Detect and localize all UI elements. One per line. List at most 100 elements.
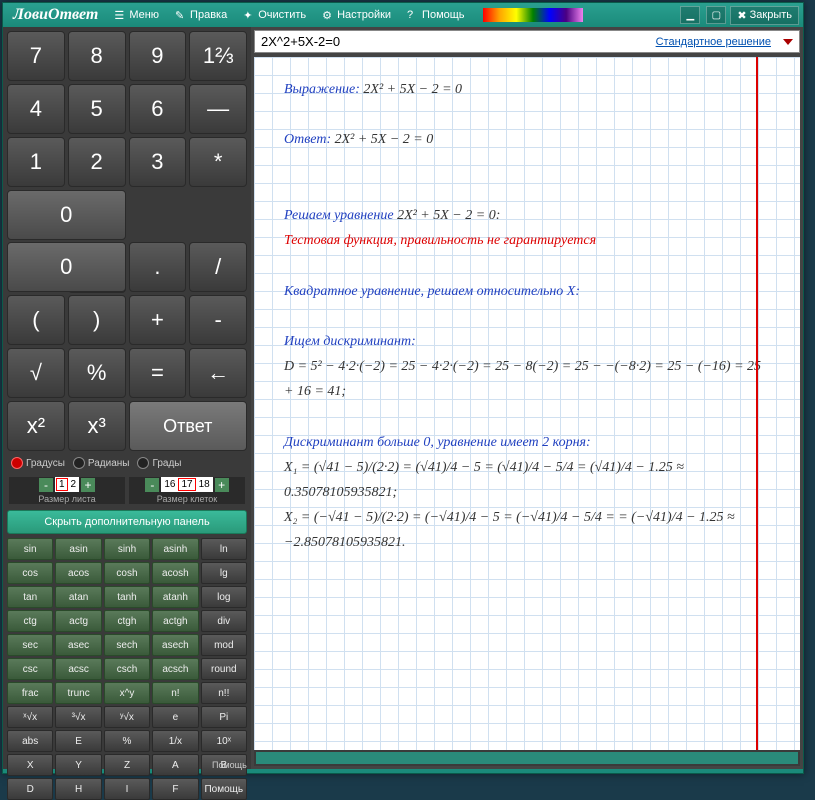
- func-atan[interactable]: atan: [55, 586, 101, 608]
- key-0[interactable]: 0: [7, 190, 126, 240]
- func-A[interactable]: A: [152, 754, 198, 776]
- func-n[interactable]: n!: [152, 682, 198, 704]
- sheet-val-2[interactable]: 2: [69, 479, 79, 490]
- func-log[interactable]: log: [201, 586, 247, 608]
- func-asin[interactable]: asin: [55, 538, 101, 560]
- func-asinh[interactable]: asinh: [152, 538, 198, 560]
- func-e[interactable]: e: [152, 706, 198, 728]
- key-0b[interactable]: 0: [7, 242, 126, 292]
- key-sqrt[interactable]: √: [7, 348, 65, 398]
- func-X[interactable]: X: [7, 754, 53, 776]
- func-csch[interactable]: csch: [104, 658, 150, 680]
- func-ctgh[interactable]: ctgh: [104, 610, 150, 632]
- func-10[interactable]: 10ˣ: [201, 730, 247, 752]
- func-csc[interactable]: csc: [7, 658, 53, 680]
- key-8[interactable]: 8: [68, 31, 126, 81]
- maximize-button[interactable]: ▢: [706, 6, 726, 24]
- func-asec[interactable]: asec: [55, 634, 101, 656]
- func-n[interactable]: n!!: [201, 682, 247, 704]
- help-button[interactable]: ? Помощь: [401, 7, 471, 23]
- key-multiply[interactable]: *: [189, 137, 247, 187]
- key-dot[interactable]: .: [129, 242, 187, 292]
- func-acosh[interactable]: acosh: [152, 562, 198, 584]
- cell-size-minus[interactable]: -: [145, 478, 159, 492]
- func-tanh[interactable]: tanh: [104, 586, 150, 608]
- clear-button[interactable]: ✦ Очистить: [237, 7, 312, 23]
- func-1x[interactable]: 1/x: [152, 730, 198, 752]
- cell-val-16[interactable]: 16: [162, 479, 177, 490]
- key-7[interactable]: 7: [7, 31, 65, 81]
- key-answer[interactable]: Ответ: [129, 401, 248, 451]
- func-asech[interactable]: asech: [152, 634, 198, 656]
- func-tan[interactable]: tan: [7, 586, 53, 608]
- edit-button[interactable]: ✎ Правка: [169, 7, 233, 23]
- func-acsc[interactable]: acsc: [55, 658, 101, 680]
- cell-val-18[interactable]: 18: [197, 479, 212, 490]
- func-x[interactable]: ˣ√x: [7, 706, 53, 728]
- func-round[interactable]: round: [201, 658, 247, 680]
- toggle-extra-panel[interactable]: Скрыть дополнительную панель: [7, 510, 247, 534]
- horizontal-scrollbar[interactable]: [256, 752, 798, 764]
- deg-radio[interactable]: Градусы: [11, 457, 65, 469]
- func-div[interactable]: div: [201, 610, 247, 632]
- key-longminus[interactable]: —: [189, 84, 247, 134]
- key-minus[interactable]: -: [189, 295, 247, 345]
- key-backspace[interactable]: ←: [189, 348, 247, 398]
- sheet-size-minus[interactable]: -: [39, 478, 53, 492]
- key-x2[interactable]: x²: [7, 401, 65, 451]
- close-button[interactable]: ✖ Закрыть: [730, 6, 799, 25]
- key-4[interactable]: 4: [7, 84, 65, 134]
- func-H[interactable]: H: [55, 778, 101, 800]
- func-xy[interactable]: x^y: [104, 682, 150, 704]
- key-1[interactable]: 1: [7, 137, 65, 187]
- func-D[interactable]: D: [7, 778, 53, 800]
- func-acos[interactable]: acos: [55, 562, 101, 584]
- func-abs[interactable]: abs: [7, 730, 53, 752]
- func-frac[interactable]: frac: [7, 682, 53, 704]
- sheet-val-1[interactable]: 1: [56, 478, 68, 491]
- func-lg[interactable]: lg: [201, 562, 247, 584]
- key-9[interactable]: 9: [129, 31, 187, 81]
- expression-input[interactable]: [255, 31, 650, 52]
- func-trunc[interactable]: trunc: [55, 682, 101, 704]
- func-sec[interactable]: sec: [7, 634, 53, 656]
- func-sech[interactable]: sech: [104, 634, 150, 656]
- func-mod[interactable]: mod: [201, 634, 247, 656]
- key-fraction[interactable]: 1⅔: [189, 31, 247, 81]
- func-ln[interactable]: ln: [201, 538, 247, 560]
- sheet-size-plus[interactable]: +: [81, 478, 95, 492]
- key-percent[interactable]: %: [68, 348, 126, 398]
- func-ctg[interactable]: ctg: [7, 610, 53, 632]
- func-cos[interactable]: cos: [7, 562, 53, 584]
- solution-paper[interactable]: Выражение: 2X² + 5X − 2 = 0 Ответ: 2X² +…: [254, 57, 800, 750]
- rad-radio[interactable]: Радианы: [73, 457, 130, 469]
- func-Y[interactable]: Y: [55, 754, 101, 776]
- func-Z[interactable]: Z: [104, 754, 150, 776]
- func-E[interactable]: E: [55, 730, 101, 752]
- key-lparen[interactable]: (: [7, 295, 65, 345]
- func-[interactable]: %: [104, 730, 150, 752]
- func-x[interactable]: ³√x: [55, 706, 101, 728]
- key-rparen[interactable]: ): [68, 295, 126, 345]
- key-2[interactable]: 2: [68, 137, 126, 187]
- func-sin[interactable]: sin: [7, 538, 53, 560]
- key-3[interactable]: 3: [129, 137, 187, 187]
- func-F[interactable]: F: [152, 778, 198, 800]
- key-6[interactable]: 6: [129, 84, 187, 134]
- settings-button[interactable]: ⚙ Настройки: [316, 7, 397, 23]
- func-cosh[interactable]: cosh: [104, 562, 150, 584]
- corner-help[interactable]: Помощь: [208, 758, 251, 772]
- solution-mode-select[interactable]: Стандартное решение: [650, 36, 777, 48]
- grad-radio[interactable]: Грады: [137, 457, 181, 469]
- func-[interactable]: Помощь: [201, 778, 247, 800]
- func-x[interactable]: ʸ√x: [104, 706, 150, 728]
- func-actg[interactable]: actg: [55, 610, 101, 632]
- func-actgh[interactable]: actgh: [152, 610, 198, 632]
- func-I[interactable]: I: [104, 778, 150, 800]
- key-x3[interactable]: x³: [68, 401, 126, 451]
- func-sinh[interactable]: sinh: [104, 538, 150, 560]
- dropdown-icon[interactable]: [783, 39, 793, 45]
- func-acsch[interactable]: acsch: [152, 658, 198, 680]
- key-equals[interactable]: =: [129, 348, 187, 398]
- cell-val-17[interactable]: 17: [178, 478, 195, 491]
